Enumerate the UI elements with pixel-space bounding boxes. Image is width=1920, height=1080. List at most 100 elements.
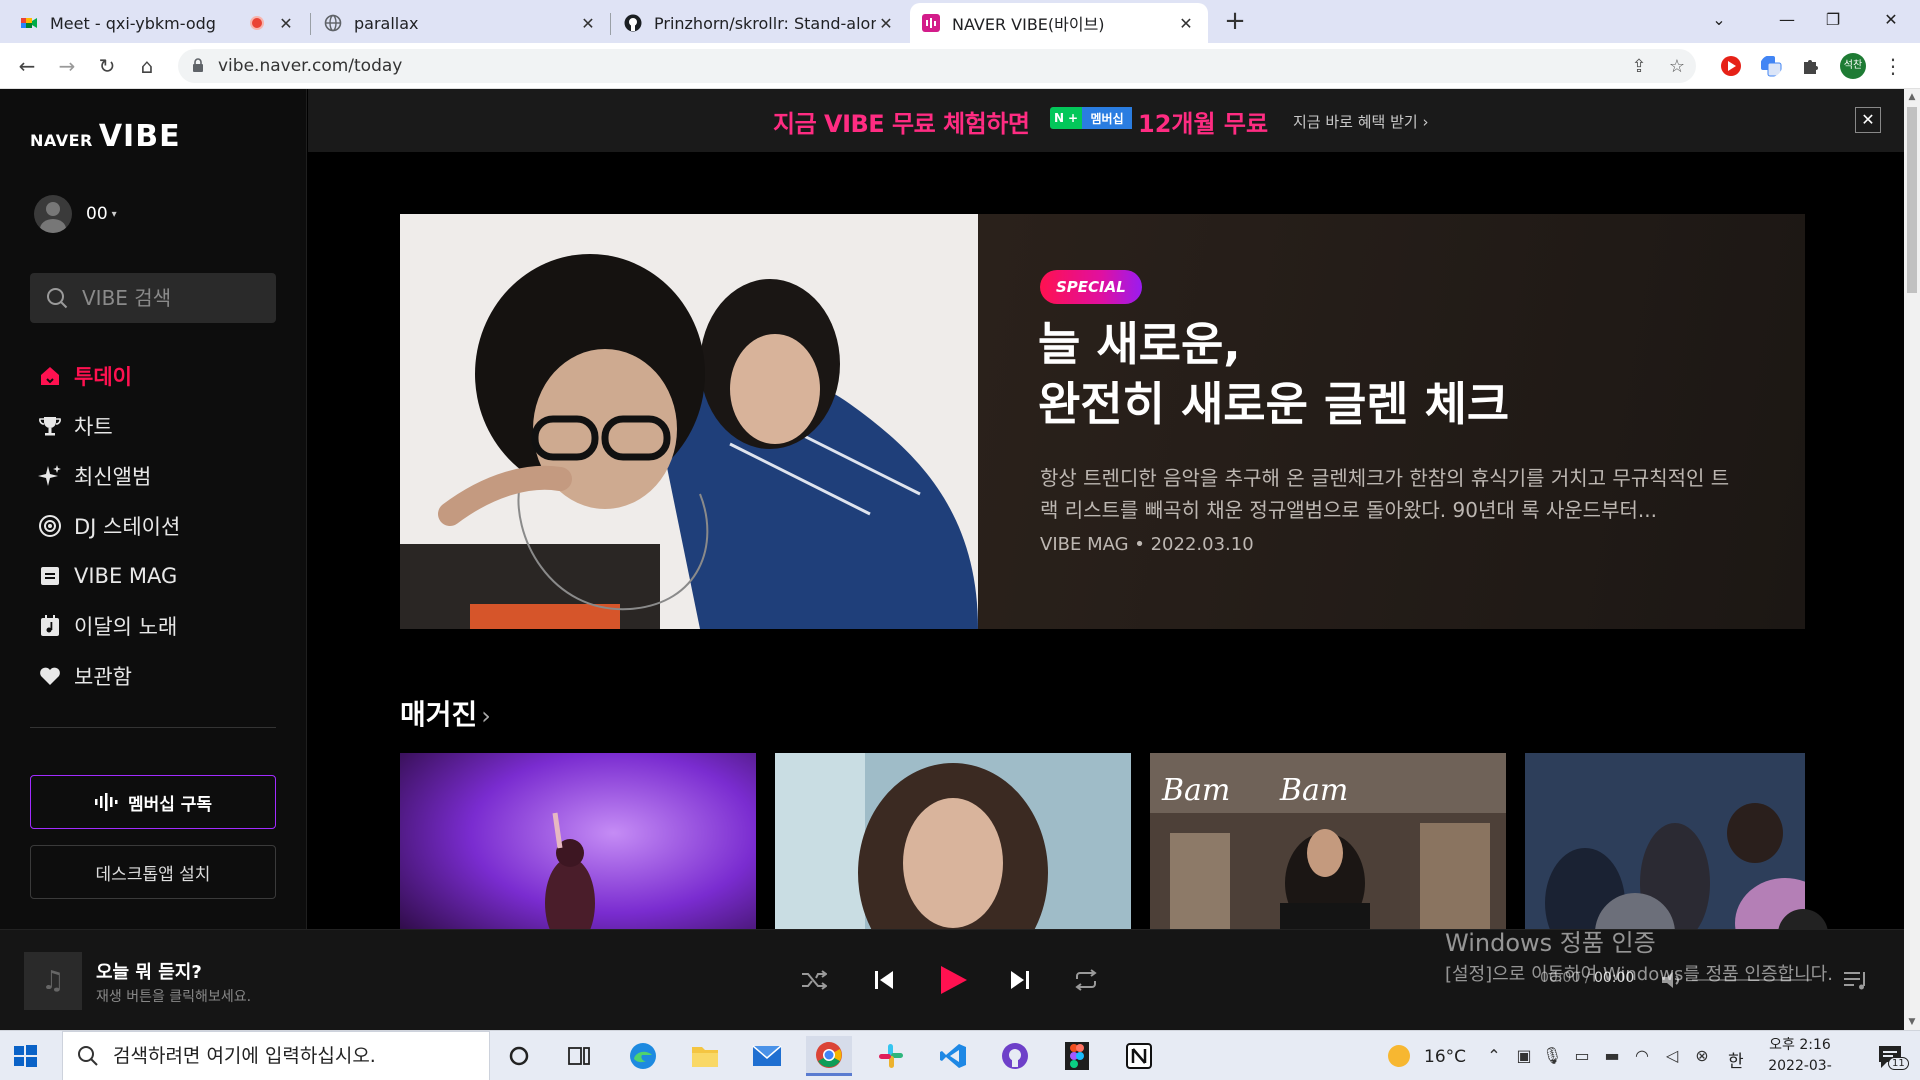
tab-search-chevron-icon[interactable]: ⌄	[1696, 0, 1742, 40]
sidebar-item-library[interactable]: 보관함	[36, 651, 180, 701]
search-icon	[47, 288, 68, 309]
next-track-icon[interactable]	[1000, 960, 1040, 1000]
featured-image	[400, 214, 978, 629]
taskbar-search-input[interactable]	[113, 1045, 473, 1067]
wifi-icon[interactable]: ◠	[1632, 1046, 1652, 1066]
notification-center-icon[interactable]: 11	[1876, 1043, 1909, 1071]
player-subtitle: 재생 버튼을 클릭해보세요.	[96, 989, 252, 1005]
taskbar-search-box[interactable]	[62, 1031, 490, 1080]
membership-subscribe-button[interactable]: 멤버십 구독	[30, 775, 276, 829]
cortana-icon[interactable]	[496, 1036, 542, 1076]
vibe-logo[interactable]: NAVER VIBE	[30, 119, 181, 154]
tab-naver-vibe[interactable]: NAVER VIBE(바이브) ✕	[910, 3, 1208, 43]
badge-plus: +	[1068, 111, 1083, 125]
windows-taskbar: 16°C ⌃ ▣ 🎙 ▭ ▬ ◠ ◁ ⊗ 한 오후 2:16 2022-03-1…	[0, 1030, 1920, 1080]
scroll-down-icon[interactable]: ▼	[1904, 1014, 1920, 1030]
sidebar-item-vibe-mag[interactable]: VIBE MAG	[36, 551, 180, 601]
clock-date: 2022-03-11	[1768, 1058, 1832, 1080]
home-button[interactable]: ⌂	[132, 51, 162, 81]
chrome-icon[interactable]	[806, 1036, 852, 1076]
taskbar-clock[interactable]: 오후 2:16 2022-03-11	[1762, 1035, 1838, 1080]
install-desktop-app-button[interactable]: 데스크톱앱 설치	[30, 845, 276, 899]
sidebar-item-chart[interactable]: 차트	[36, 401, 180, 451]
display-icon[interactable]: ▭	[1572, 1046, 1592, 1066]
magazine-card[interactable]	[400, 753, 756, 929]
page-scrollbar[interactable]: ▲ ▼	[1904, 89, 1920, 1030]
speaker-icon[interactable]: ◁	[1662, 1046, 1682, 1066]
badge-n: N	[1050, 111, 1069, 125]
user-profile[interactable]: 00 ▾	[34, 195, 117, 233]
mute-icon[interactable]: ⊗	[1692, 1046, 1712, 1066]
promo-benefit-link[interactable]: 지금 바로 혜택 받기 ›	[1293, 111, 1428, 132]
tab-parallax[interactable]: parallax ✕	[312, 3, 610, 43]
clock-time: 오후 2:16	[1769, 1037, 1831, 1053]
sidebar-item-new-album[interactable]: 최신앨범	[36, 451, 180, 501]
shuffle-icon[interactable]	[794, 960, 834, 1000]
vscode-icon[interactable]	[930, 1036, 976, 1076]
input-method-indicator[interactable]: 한	[1728, 1047, 1744, 1072]
tab-divider	[310, 13, 311, 35]
close-icon[interactable]: ✕	[1176, 14, 1196, 33]
browser-menu-icon[interactable]: ⋮	[1878, 51, 1908, 81]
special-badge: SPECIAL	[1040, 270, 1142, 304]
windows-activation-watermark: Windows 정품 인증 [설정]으로 이동하여 Windows를 정품 인증…	[1445, 925, 1833, 989]
meet-tray-icon[interactable]: ▣	[1514, 1046, 1534, 1066]
scrollbar-thumb[interactable]	[1907, 107, 1917, 293]
youtube-extension-icon[interactable]	[1720, 55, 1742, 77]
close-icon[interactable]: ✕	[276, 14, 296, 33]
extensions-puzzle-icon[interactable]	[1800, 55, 1822, 77]
weather-sun-icon[interactable]	[1388, 1045, 1410, 1067]
sidebar-item-label: VIBE MAG	[74, 564, 178, 588]
share-icon[interactable]: ⇪	[1628, 56, 1650, 78]
new-tab-button[interactable]: +	[1222, 6, 1248, 36]
magazine-card[interactable]	[1525, 753, 1805, 929]
file-explorer-icon[interactable]	[682, 1036, 728, 1076]
search-input[interactable]	[82, 286, 262, 310]
calendar-music-icon	[36, 612, 64, 640]
address-bar[interactable]: vibe.naver.com/today ⇪ ☆	[178, 49, 1696, 83]
weather-temperature[interactable]: 16°C	[1424, 1047, 1466, 1067]
window-close-button[interactable]: ✕	[1868, 0, 1914, 40]
notion-icon[interactable]	[1116, 1036, 1162, 1076]
battery-icon[interactable]: ▬	[1602, 1046, 1622, 1066]
minimize-button[interactable]: —	[1764, 0, 1810, 40]
tab-meet[interactable]: Meet - qxi-ybkm-odg ✕	[8, 3, 308, 43]
sidebar-item-label: 이달의 노래	[74, 615, 178, 639]
reload-button[interactable]: ↻	[92, 51, 122, 81]
sidebar-item-dj-station[interactable]: DJ 스테이션	[36, 501, 180, 551]
translate-extension-icon[interactable]	[1760, 55, 1782, 77]
bookmark-star-icon[interactable]: ☆	[1666, 56, 1688, 78]
magazine-card[interactable]	[775, 753, 1131, 929]
mail-icon[interactable]	[744, 1036, 790, 1076]
close-icon[interactable]: ✕	[1855, 107, 1881, 133]
sidebar-item-today[interactable]: 투데이	[36, 351, 180, 401]
sidebar-item-song-of-month[interactable]: 이달의 노래	[36, 601, 180, 651]
playlist-icon[interactable]	[1842, 966, 1870, 994]
back-button[interactable]: ←	[12, 51, 42, 81]
scroll-up-icon[interactable]: ▲	[1904, 89, 1920, 105]
forward-button[interactable]: →	[52, 51, 82, 81]
close-icon[interactable]: ✕	[876, 14, 896, 33]
promo-banner: 지금 VIBE 무료 체험하면 N + 멤버십 12개월 무료 지금 바로 혜택…	[308, 89, 1912, 152]
play-button[interactable]	[933, 960, 973, 1000]
chevron-up-icon[interactable]: ⌃	[1484, 1046, 1504, 1066]
restore-button[interactable]: ❐	[1810, 0, 1856, 40]
search-box[interactable]	[30, 273, 276, 323]
edge-browser-icon[interactable]	[620, 1036, 666, 1076]
github-desktop-icon[interactable]	[992, 1036, 1038, 1076]
close-icon[interactable]: ✕	[578, 14, 598, 33]
sidebar-menu: 투데이 차트 최신앨범 DJ 스테이션 VIBE MAG 이달의 노래 보관함	[36, 351, 180, 701]
magazine-section-title[interactable]: 매거진 ›	[400, 693, 491, 733]
figma-icon[interactable]	[1054, 1036, 1100, 1076]
repeat-icon[interactable]	[1066, 960, 1106, 1000]
promo-text: 지금 VIBE 무료 체험하면	[773, 110, 1030, 138]
microphone-icon[interactable]: 🎙	[1542, 1046, 1562, 1066]
tab-github-skrollr[interactable]: Prinzhorn/skrollr: Stand-alone p ✕	[612, 3, 908, 43]
previous-track-icon[interactable]	[864, 960, 904, 1000]
windows-start-icon[interactable]	[10, 1041, 40, 1071]
featured-banner[interactable]: SPECIAL 늘 새로운, 완전히 새로운 글렌 체크 항상 트렌디한 음악을…	[400, 214, 1805, 629]
task-view-icon[interactable]	[556, 1036, 602, 1076]
profile-avatar[interactable]: 석찬	[1840, 53, 1866, 79]
slack-icon[interactable]	[868, 1036, 914, 1076]
magazine-card[interactable]: Bam Bam	[1150, 753, 1506, 929]
